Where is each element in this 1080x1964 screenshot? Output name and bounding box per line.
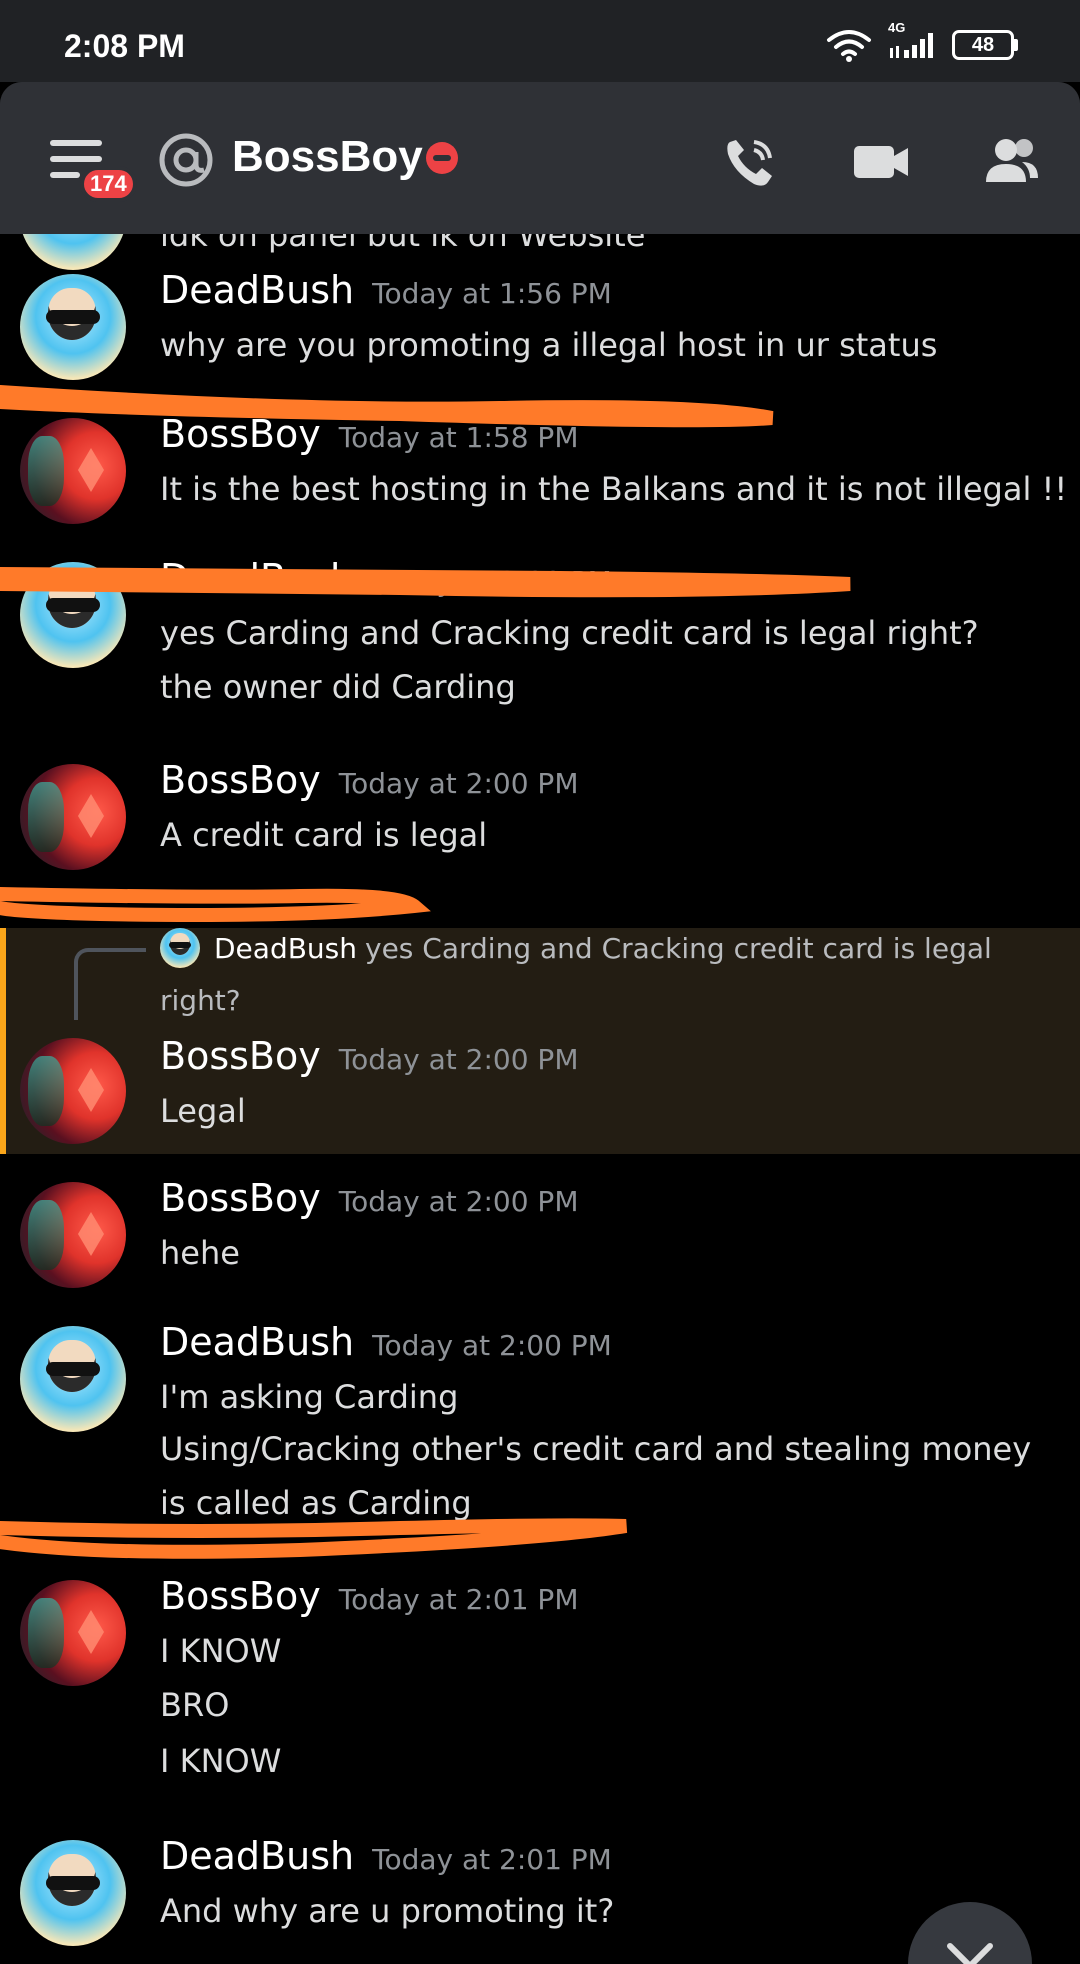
message-author[interactable]: BossBoy [160,1176,321,1220]
battery-level: 48 [952,30,1014,60]
message-text: And why are u promoting it? [160,1892,615,1930]
message-author[interactable]: DeadBush [160,1834,354,1878]
message-timestamp: Today at 2:00 PM [372,1329,612,1362]
message-text: I KNOW [160,1742,282,1780]
message-text: I'm asking Carding [160,1378,459,1416]
message-list[interactable]: idk on panel but ik on Website DeadBush … [0,234,1080,1964]
members-icon[interactable] [980,132,1040,192]
message-text: Using/Cracking other's credit card and s… [160,1430,1032,1468]
message-timestamp: Today at 1:56 PM [372,277,612,310]
reply-author[interactable]: DeadBush [214,932,357,965]
reply-text[interactable]: right? [160,984,241,1017]
message-timestamp: Today at 2:00 PM [338,1043,579,1076]
message-timestamp: Today at 2:01 PM [372,1843,612,1876]
message-text: why are you promoting a illegal host in … [160,326,938,364]
reply-avatar[interactable] [160,928,200,968]
status-bar: 2:08 PM 4G 48 [0,0,1080,82]
status-time: 2:08 PM [64,28,185,64]
wifi-icon [826,28,872,62]
message-author[interactable]: BossBoy [160,1574,321,1618]
message-author[interactable]: DeadBush [160,1320,354,1364]
channel-title: BossBoy [232,132,423,181]
message-author[interactable]: DeadBush [160,556,354,600]
message-author[interactable]: BossBoy [160,1034,321,1078]
avatar[interactable] [20,234,126,270]
message-text: is called as Carding [160,1484,472,1522]
avatar[interactable] [20,1840,126,1946]
phone-call-icon[interactable] [720,132,780,192]
message-text: BRO [160,1686,230,1724]
message-text: I KNOW [160,1632,282,1670]
avatar[interactable] [20,1580,126,1686]
message-text: the owner did Carding [160,668,516,706]
reply-connector [74,948,146,1020]
message-text-cutoff: idk on panel but ik on Website [160,234,646,254]
avatar[interactable] [20,1326,126,1432]
avatar[interactable] [20,274,126,380]
unread-badge: 174 [80,166,137,202]
message-timestamp: Today at 2:01 PM [338,1583,579,1616]
message-timestamp: Today at 2:00 PM [372,565,612,598]
message-text: hehe [160,1234,240,1272]
avatar[interactable] [20,418,126,524]
avatar[interactable] [20,562,126,668]
at-icon [158,132,214,188]
message-timestamp: Today at 2:00 PM [338,767,579,800]
message-timestamp: Today at 1:58 PM [338,421,579,454]
dnd-status-icon [426,142,458,174]
avatar[interactable] [20,1038,126,1144]
channel-header: 174 BossBoy [0,82,1080,234]
video-call-icon[interactable] [850,132,910,192]
network-type: 4G [888,20,906,35]
message-text: yes Carding and Cracking credit card is … [160,614,979,652]
message-author[interactable]: BossBoy [160,412,321,456]
status-icons: 4G 48 [826,20,1018,62]
message-text: Legal [160,1092,246,1130]
message-text: A credit card is legal [160,816,488,854]
message-author[interactable]: BossBoy [160,758,321,802]
reply-text[interactable]: yes Carding and Cracking credit card is … [365,932,992,965]
message-author[interactable]: DeadBush [160,268,354,312]
avatar[interactable] [20,1182,126,1288]
message-text: It is the best hosting in the Balkans an… [160,470,1068,508]
message-timestamp: Today at 2:00 PM [338,1185,579,1218]
battery-icon: 48 [952,30,1018,60]
avatar[interactable] [20,764,126,870]
signal-icon: 4G [886,20,938,60]
